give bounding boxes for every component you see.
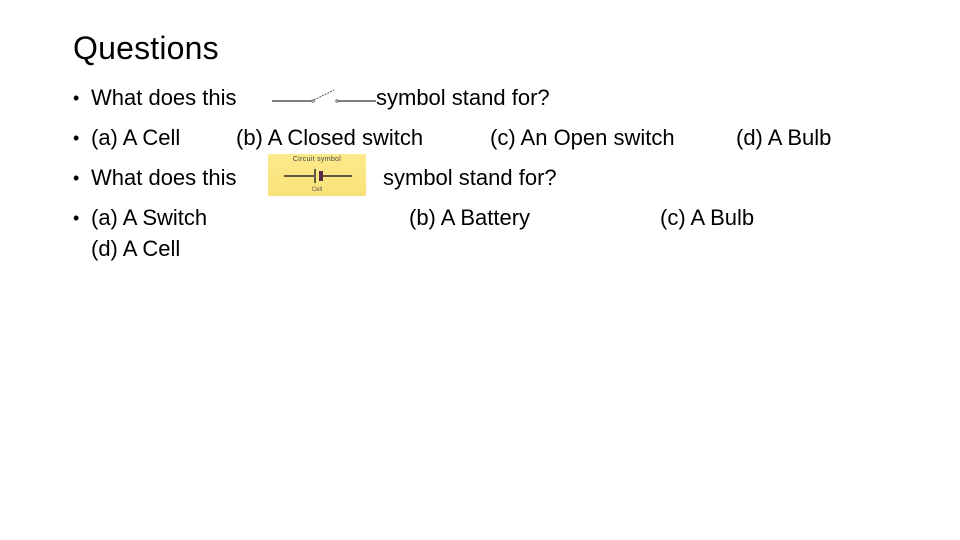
option-1b: (b) A Closed switch: [236, 125, 424, 150]
question-1-prefix: What does this: [91, 85, 237, 110]
slide-title: Questions: [73, 30, 219, 66]
option-1d: (d) A Bulb: [736, 125, 832, 150]
option-2c: (c) A Bulb: [660, 205, 755, 230]
bullet: •: [73, 168, 80, 188]
cell-symbol-card: Circuit symbol Cell: [268, 154, 366, 196]
question-2-suffix: symbol stand for?: [383, 165, 557, 190]
open-switch-symbol-icon: [272, 89, 376, 103]
bullet: •: [73, 208, 80, 228]
bullet: •: [73, 128, 80, 148]
option-1a: (a) A Cell: [91, 125, 181, 150]
question-2-prefix: What does this: [91, 165, 237, 190]
cell-symbol-caption-bottom: Cell: [311, 187, 323, 193]
cell-symbol-caption-top: Circuit symbol: [292, 156, 342, 163]
option-1c: (c) An Open switch: [490, 125, 675, 150]
option-2d: (d) A Cell: [91, 236, 181, 261]
option-2b: (b) A Battery: [409, 205, 531, 230]
option-2a: (a) A Switch: [91, 205, 208, 230]
cell-symbol-icon: [284, 169, 352, 183]
bullet: •: [73, 88, 80, 108]
question-1-suffix: symbol stand for?: [376, 85, 550, 110]
